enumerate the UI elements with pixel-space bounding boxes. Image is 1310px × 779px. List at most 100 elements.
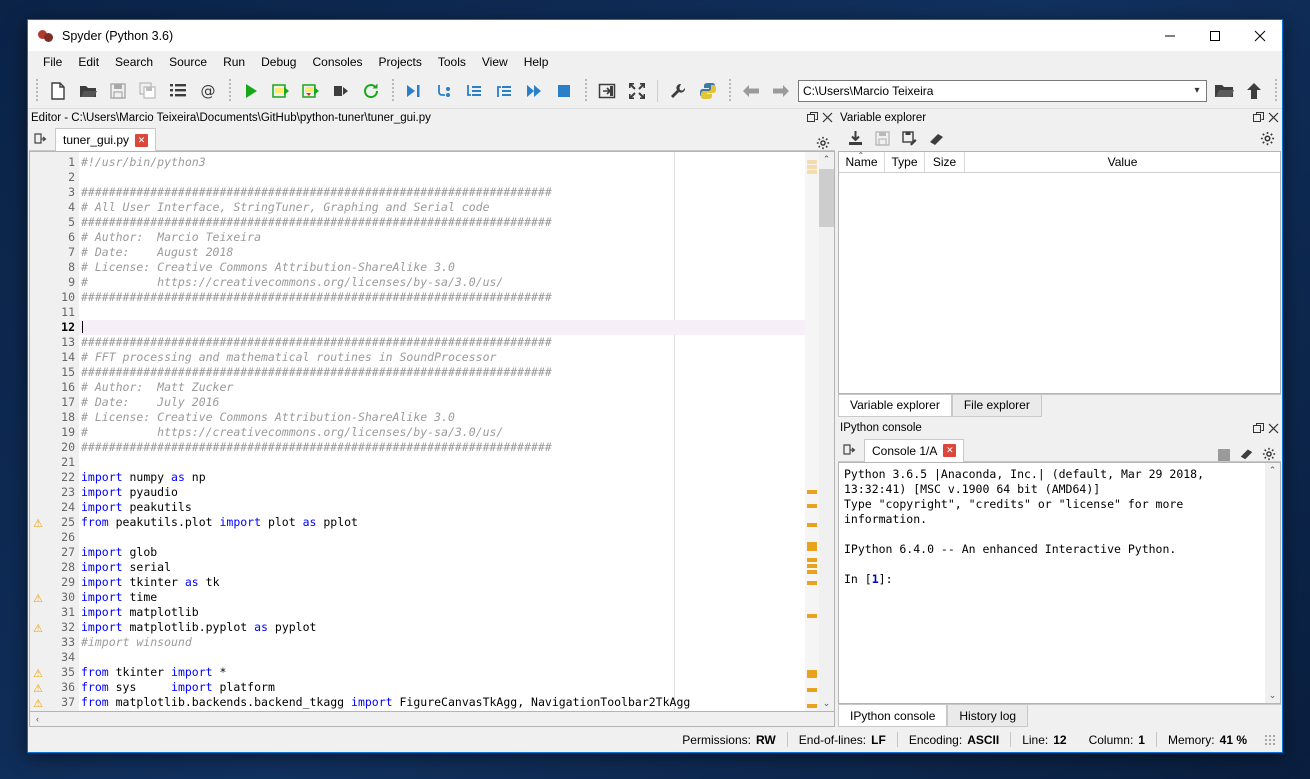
save-all-icon[interactable] (133, 76, 163, 106)
remove-all-icon[interactable] (1235, 446, 1257, 461)
browse-tabs-icon[interactable] (29, 128, 55, 150)
scroll-down-icon[interactable]: ⌄ (1265, 688, 1280, 703)
code-line[interactable]: from peakutils.plot import plot as pplot (79, 515, 805, 530)
menu-run[interactable]: Run (215, 53, 253, 71)
gear-icon[interactable] (1254, 127, 1281, 150)
save-file-icon[interactable] (103, 76, 133, 106)
working-directory-combobox[interactable]: C:\Users\Marcio Teixeira ▾ (798, 80, 1207, 102)
code-line[interactable]: # https://creativecommons.org/licenses/b… (79, 275, 805, 290)
code-line[interactable] (79, 530, 805, 545)
toolbar-grip[interactable] (33, 79, 40, 103)
code-line[interactable] (79, 305, 805, 320)
code-line[interactable]: ########################################… (79, 290, 805, 305)
menu-search[interactable]: Search (107, 53, 161, 71)
code-line[interactable]: # Date: August 2018 (79, 245, 805, 260)
browse-tabs-icon[interactable] (838, 439, 864, 461)
find-symbol-icon[interactable]: @ (193, 76, 223, 106)
menu-help[interactable]: Help (516, 53, 557, 71)
console-vertical-scrollbar[interactable]: ⌃ ⌄ (1265, 463, 1280, 704)
tab-file-explorer[interactable]: File explorer (952, 395, 1042, 417)
code-line[interactable]: ########################################… (79, 365, 805, 380)
editor-horizontal-scrollbar[interactable]: ‹ (29, 712, 835, 727)
code-line[interactable]: from tkinter import * (79, 665, 805, 680)
browse-folder-icon[interactable] (1209, 76, 1239, 106)
stop-debug-icon[interactable] (549, 76, 579, 106)
gear-icon[interactable] (1257, 447, 1281, 461)
run-selection-icon[interactable] (326, 76, 356, 106)
maximize-pane-icon[interactable] (592, 76, 622, 106)
close-icon[interactable] (1266, 110, 1281, 125)
menu-view[interactable]: View (474, 53, 516, 71)
editor-code-area[interactable]: #!/usr/bin/python3######################… (79, 152, 805, 711)
step-over-icon[interactable] (459, 76, 489, 106)
close-button[interactable] (1237, 20, 1282, 51)
console-tab-1a[interactable]: Console 1/A ✕ (864, 439, 964, 462)
varexp-table[interactable]: ⌃ Name Type Size Value (838, 151, 1281, 394)
gear-icon[interactable] (811, 136, 835, 150)
warning-marker[interactable]: ⚠ (30, 695, 46, 710)
column-header-value[interactable]: Value (965, 152, 1280, 172)
code-line[interactable]: # All User Interface, StringTuner, Graph… (79, 200, 805, 215)
scrollbar-track[interactable] (819, 167, 834, 696)
menu-tools[interactable]: Tools (430, 53, 474, 71)
debug-file-icon[interactable] (399, 76, 429, 106)
code-line[interactable]: # Author: Matt Zucker (79, 380, 805, 395)
menu-edit[interactable]: Edit (70, 53, 107, 71)
close-icon[interactable] (820, 110, 835, 125)
warning-marker[interactable]: ⚠ (30, 590, 46, 605)
scroll-up-icon[interactable]: ⌃ (1265, 463, 1280, 478)
code-line[interactable]: import matplotlib (79, 605, 805, 620)
open-file-icon[interactable] (73, 76, 103, 106)
code-line[interactable]: # FFT processing and mathematical routin… (79, 350, 805, 365)
close-icon[interactable] (1266, 421, 1281, 436)
scroll-left-icon[interactable]: ‹ (30, 714, 45, 724)
run-file-icon[interactable] (236, 76, 266, 106)
close-icon[interactable]: ✕ (943, 444, 956, 457)
run-cell-advance-icon[interactable] (296, 76, 326, 106)
step-into-icon[interactable] (429, 76, 459, 106)
toolbar-grip-misc[interactable] (582, 79, 589, 103)
warning-marker[interactable]: ⚠ (30, 665, 46, 680)
warning-marker[interactable]: ⚠ (30, 680, 46, 695)
tab-history-log[interactable]: History log (947, 705, 1028, 727)
code-line[interactable]: ########################################… (79, 185, 805, 200)
menu-consoles[interactable]: Consoles (304, 53, 370, 71)
code-line[interactable]: import peakutils (79, 500, 805, 515)
column-header-name[interactable]: ⌃ Name (839, 152, 885, 172)
step-return-icon[interactable] (489, 76, 519, 106)
code-line[interactable]: ########################################… (79, 335, 805, 350)
continue-icon[interactable] (519, 76, 549, 106)
re-run-icon[interactable] (356, 76, 386, 106)
warning-marker[interactable]: ⚠ (30, 515, 46, 530)
code-editor[interactable]: ⚠⚠⚠⚠⚠⚠ 123456789101112131415161718192021… (29, 151, 835, 712)
forward-arrow-icon[interactable] (766, 76, 796, 106)
code-line[interactable]: # License: Creative Commons Attribution-… (79, 260, 805, 275)
code-line[interactable]: from sys import platform (79, 680, 805, 695)
fullscreen-icon[interactable] (622, 76, 652, 106)
console-output-area[interactable]: Python 3.6.5 |Anaconda, Inc.| (default, … (838, 462, 1281, 705)
code-line[interactable]: import pyaudio (79, 485, 805, 500)
back-arrow-icon[interactable] (736, 76, 766, 106)
minimize-button[interactable] (1147, 20, 1192, 51)
code-line[interactable]: import time (79, 590, 805, 605)
column-header-type[interactable]: Type (885, 152, 925, 172)
pythonpath-icon[interactable] (693, 76, 723, 106)
code-line[interactable]: # License: Creative Commons Attribution-… (79, 410, 805, 425)
undock-icon[interactable] (805, 110, 820, 125)
varexp-body[interactable] (839, 173, 1280, 393)
editor-tab-tuner-gui[interactable]: tuner_gui.py ✕ (55, 128, 156, 151)
file-switcher-icon[interactable] (163, 76, 193, 106)
code-line[interactable]: import glob (79, 545, 805, 560)
import-data-icon[interactable] (842, 127, 869, 150)
menu-source[interactable]: Source (161, 53, 215, 71)
code-line[interactable]: import numpy as np (79, 470, 805, 485)
code-line[interactable]: ########################################… (79, 215, 805, 230)
chevron-down-icon[interactable]: ▾ (1188, 85, 1206, 96)
run-cell-icon[interactable] (266, 76, 296, 106)
code-line[interactable]: import matplotlib.pyplot as pyplot (79, 620, 805, 635)
warning-marker[interactable]: ⚠ (30, 620, 46, 635)
undock-icon[interactable] (1251, 110, 1266, 125)
code-line[interactable]: #import winsound (79, 635, 805, 650)
close-icon[interactable]: ✕ (135, 134, 148, 147)
toolbar-grip-path[interactable] (726, 79, 733, 103)
